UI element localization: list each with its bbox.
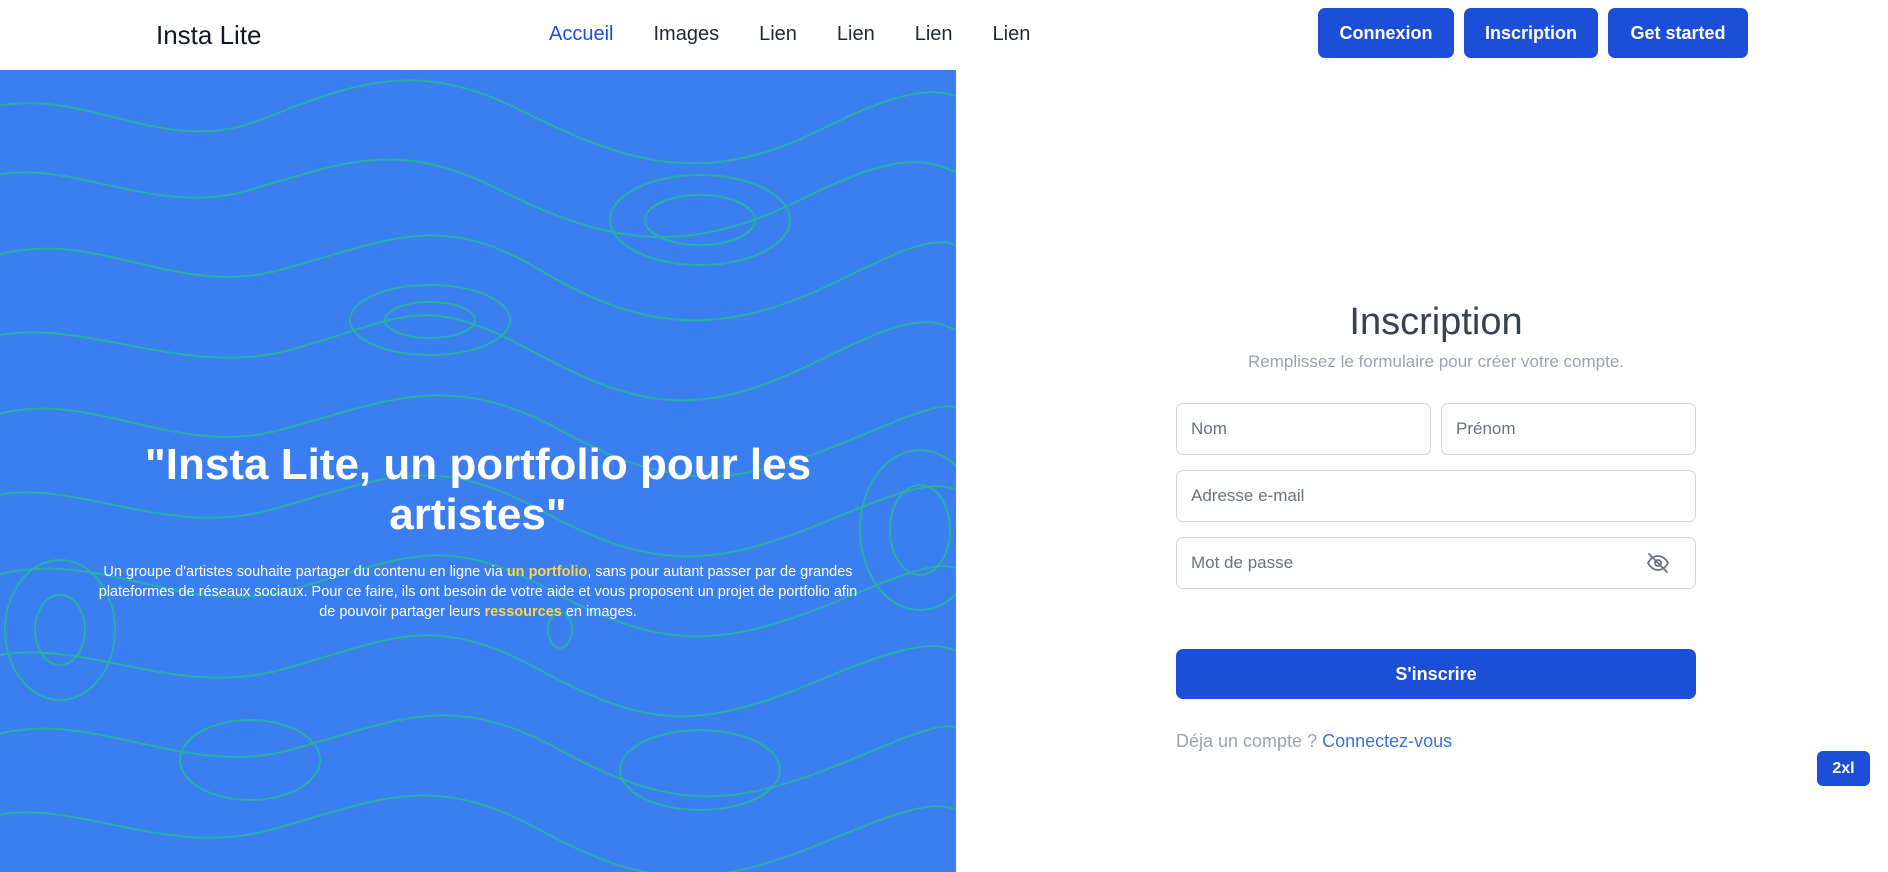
main-nav: Accueil Images Lien Lien Lien Lien xyxy=(549,20,1030,48)
login-prompt-text: Déja un compte ? xyxy=(1176,731,1323,751)
email-input[interactable] xyxy=(1176,470,1696,522)
header-actions: Connexion Inscription Get started xyxy=(1318,8,1748,58)
prenom-input[interactable] xyxy=(1441,403,1696,455)
hero-highlight-portfolio: un portfolio xyxy=(506,564,588,580)
nom-input[interactable] xyxy=(1176,403,1431,455)
hero-title: "Insta Lite, un portfolio pour les artis… xyxy=(144,440,812,539)
breakpoint-badge: 2xl xyxy=(1817,751,1870,786)
hero-highlight-ressources: ressources xyxy=(484,604,562,620)
get-started-button[interactable]: Get started xyxy=(1608,8,1748,58)
nav-link-lien-2[interactable]: Lien xyxy=(837,20,875,48)
submit-signup-button[interactable]: S'inscrire xyxy=(1176,649,1696,699)
nav-link-accueil[interactable]: Accueil xyxy=(549,20,613,48)
nav-link-lien-4[interactable]: Lien xyxy=(993,20,1031,48)
nav-link-lien-3[interactable]: Lien xyxy=(915,20,953,48)
nav-link-images[interactable]: Images xyxy=(653,20,719,48)
nav-link-lien-1[interactable]: Lien xyxy=(759,20,797,48)
signup-button[interactable]: Inscription xyxy=(1464,8,1598,58)
form-title: Inscription xyxy=(1349,301,1523,343)
eye-off-icon[interactable] xyxy=(1646,551,1670,575)
form-subtitle: Remplissez le formulaire pour créer votr… xyxy=(1247,352,1625,371)
hero-panel: "Insta Lite, un portfolio pour les artis… xyxy=(0,70,956,872)
hero-desc-part-3: en images. xyxy=(561,604,637,620)
login-link[interactable]: Connectez-vous xyxy=(1322,731,1452,751)
brand-logo-text[interactable]: Insta Lite xyxy=(156,18,262,52)
top-navbar: Insta Lite Accueil Images Lien Lien Lien… xyxy=(0,0,1888,70)
login-prompt: Déja un compte ? Connectez-vous xyxy=(1176,731,1452,752)
password-input[interactable] xyxy=(1176,537,1696,589)
login-button[interactable]: Connexion xyxy=(1318,8,1454,58)
hero-desc-part-1: Un groupe d'artistes souhaite partager d… xyxy=(103,564,507,580)
hero-description: Un groupe d'artistes souhaite partager d… xyxy=(90,562,866,622)
signup-form-header: Inscription Remplissez le formulaire pou… xyxy=(1176,298,1696,372)
hero-text-block: "Insta Lite, un portfolio pour les artis… xyxy=(90,440,866,622)
